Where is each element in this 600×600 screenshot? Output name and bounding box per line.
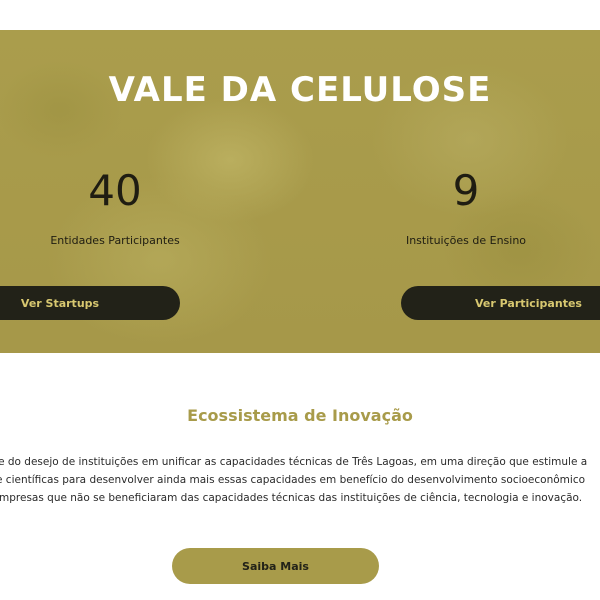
ver-participantes-button[interactable]: Ver Participantes <box>401 286 600 320</box>
stat-entidades-value: 40 <box>88 166 142 215</box>
saiba-mais-button[interactable]: Saiba Mais <box>172 548 379 584</box>
page: VALE DA CELULOSE 40 Entidades Participan… <box>0 0 600 600</box>
ecosystem-title: Ecossistema de Inovação <box>187 406 413 425</box>
ver-startups-button[interactable]: Ver Startups <box>0 286 180 320</box>
ecosystem-paragraph-line-3: mpresas que não se beneficiaram das capa… <box>0 492 583 504</box>
hero-banner: VALE DA CELULOSE 40 Entidades Participan… <box>0 30 600 353</box>
stat-entidades-label: Entidades Participantes <box>50 234 180 247</box>
stat-instituicoes-value: 9 <box>452 166 480 215</box>
ecosystem-paragraph-line-2: e científicas para desenvolver ainda mai… <box>0 474 586 486</box>
ecosystem-paragraph-line-1: re do desejo de instituições em unificar… <box>0 456 588 468</box>
hero-title: VALE DA CELULOSE <box>108 70 492 110</box>
stat-instituicoes-label: Instituições de Ensino <box>405 234 527 247</box>
